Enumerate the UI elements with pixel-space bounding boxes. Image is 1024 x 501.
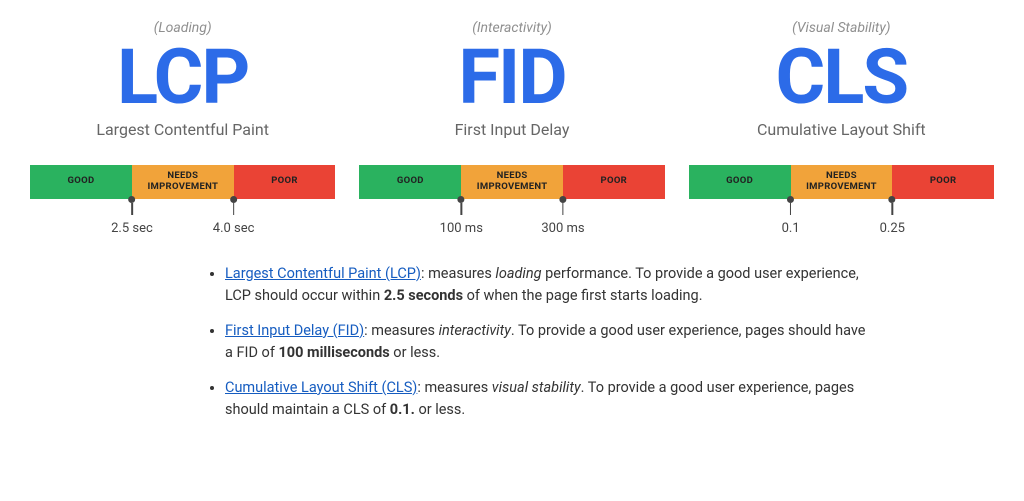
desc-bold: 100 milliseconds — [278, 344, 389, 361]
segment-needs: NEEDS IMPROVEMENT — [132, 165, 234, 199]
link-cls[interactable]: Cumulative Layout Shift (CLS) — [225, 379, 417, 396]
desc-emphasis: interactivity — [439, 322, 511, 339]
segment-needs: NEEDS IMPROVEMENT — [791, 165, 893, 199]
page-root: (Loading) LCP Largest Contentful Paint G… — [0, 0, 1024, 422]
segment-poor: POOR — [234, 165, 336, 199]
segment-poor: POOR — [892, 165, 994, 199]
threshold-label: 2.5 sec — [111, 221, 153, 236]
description-item-cls: Cumulative Layout Shift (CLS): measures … — [225, 377, 874, 422]
threshold-ticks: 2.5 sec 4.0 sec — [30, 199, 335, 239]
link-fid[interactable]: First Input Delay (FID) — [225, 322, 364, 339]
threshold-tick: 4.0 sec — [213, 199, 255, 236]
description-item-lcp: Largest Contentful Paint (LCP): measures… — [225, 263, 874, 308]
metric-card-cls: (Visual Stability) CLS Cumulative Layout… — [689, 20, 994, 239]
metric-fullname: First Input Delay — [455, 120, 570, 139]
desc-text: : measures — [417, 379, 491, 396]
threshold-tick: 300 ms — [541, 199, 584, 236]
desc-text: : measures — [421, 265, 495, 282]
desc-text: or less. — [415, 401, 465, 418]
segment-good: GOOD — [359, 165, 461, 199]
threshold-bar: GOOD NEEDS IMPROVEMENT POOR — [30, 165, 335, 199]
metric-fullname: Largest Contentful Paint — [96, 120, 269, 139]
link-lcp[interactable]: Largest Contentful Paint (LCP) — [225, 265, 421, 282]
desc-bold: 0.1. — [390, 401, 415, 418]
desc-text: of when the page first starts loading. — [463, 287, 703, 304]
threshold-bar: GOOD NEEDS IMPROVEMENT POOR — [359, 165, 664, 199]
desc-bold: 2.5 seconds — [384, 287, 463, 304]
descriptions-block: Largest Contentful Paint (LCP): measures… — [205, 263, 874, 422]
desc-text: or less. — [390, 344, 440, 361]
threshold-label: 0.25 — [880, 221, 905, 236]
metric-fullname: Cumulative Layout Shift — [757, 120, 926, 139]
segment-needs: NEEDS IMPROVEMENT — [461, 165, 563, 199]
threshold-label: 300 ms — [541, 221, 584, 236]
metrics-row: (Loading) LCP Largest Contentful Paint G… — [30, 20, 994, 239]
threshold-bar: GOOD NEEDS IMPROVEMENT POOR — [689, 165, 994, 199]
threshold-label: 0.1 — [782, 221, 800, 236]
threshold-tick: 0.25 — [880, 199, 905, 236]
threshold-ticks: 0.1 0.25 — [689, 199, 994, 239]
threshold-tick: 100 ms — [440, 199, 483, 236]
desc-text: : measures — [364, 322, 438, 339]
threshold-tick: 2.5 sec — [111, 199, 153, 236]
segment-poor: POOR — [563, 165, 665, 199]
metric-abbr: CLS — [776, 38, 908, 118]
metric-abbr: LCP — [117, 38, 248, 118]
desc-emphasis: visual stability — [492, 379, 581, 396]
desc-emphasis: loading — [495, 265, 541, 282]
metric-card-lcp: (Loading) LCP Largest Contentful Paint G… — [30, 20, 335, 239]
metric-card-fid: (Interactivity) FID First Input Delay GO… — [359, 20, 664, 239]
segment-good: GOOD — [689, 165, 791, 199]
metric-abbr: FID — [458, 38, 565, 118]
threshold-label: 4.0 sec — [213, 221, 255, 236]
threshold-label: 100 ms — [440, 221, 483, 236]
description-item-fid: First Input Delay (FID): measures intera… — [225, 320, 874, 365]
threshold-tick: 0.1 — [782, 199, 800, 236]
segment-good: GOOD — [30, 165, 132, 199]
threshold-ticks: 100 ms 300 ms — [359, 199, 664, 239]
